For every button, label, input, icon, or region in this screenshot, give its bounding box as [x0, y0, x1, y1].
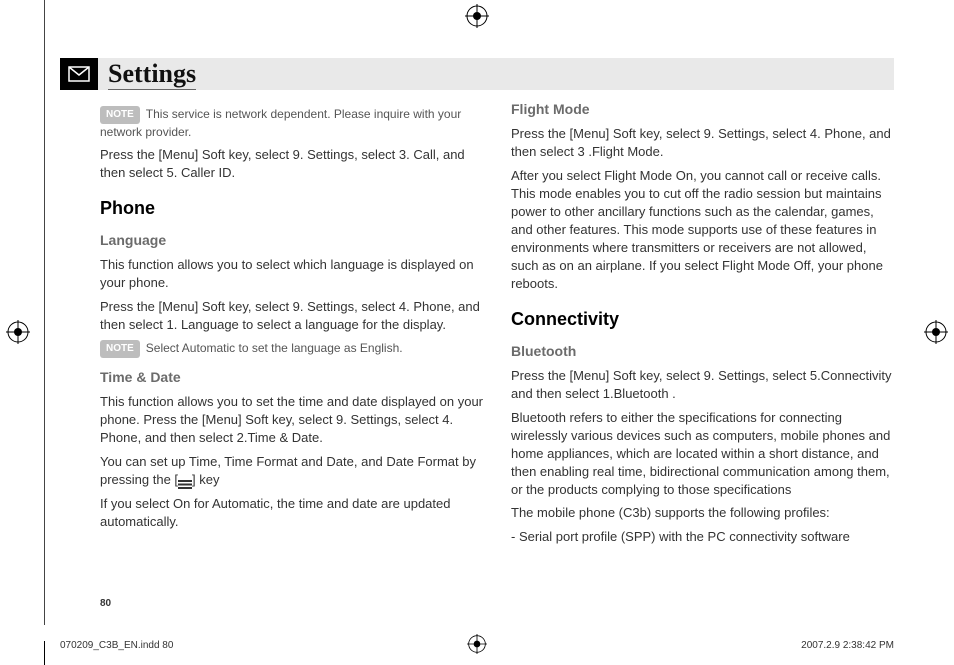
body-text: You can set up Time, Time Format and Dat… — [100, 453, 483, 489]
crop-mark — [44, 641, 45, 665]
registration-mark-icon — [6, 320, 30, 344]
body-text: Press the [Menu] Soft key, select 9. Set… — [511, 125, 894, 161]
manual-page: Settings NOTEThis service is network dep… — [0, 0, 954, 665]
column-right: Flight Mode Press the [Menu] Soft key, s… — [511, 100, 894, 603]
registration-mark-icon — [467, 634, 487, 657]
registration-mark-icon — [465, 4, 489, 28]
note-badge: NOTE — [100, 106, 140, 124]
note-badge: NOTE — [100, 340, 140, 358]
chapter-title: Settings — [108, 59, 196, 90]
body-text: This function allows you to set the time… — [100, 393, 483, 447]
body-text: Press the [Menu] Soft key, select 9. Set… — [100, 146, 483, 182]
heading-connectivity: Connectivity — [511, 307, 894, 332]
column-left: NOTEThis service is network dependent. P… — [100, 100, 483, 603]
note-line: NOTE Select Automatic to set the language… — [100, 340, 483, 358]
menu-key-icon — [178, 476, 192, 486]
body-text: The mobile phone (C3b) supports the foll… — [511, 504, 894, 522]
subheading-time-date: Time & Date — [100, 368, 483, 387]
body-text: After you select Flight Mode On, you can… — [511, 167, 894, 293]
page-number: 80 — [100, 598, 111, 609]
heading-phone: Phone — [100, 196, 483, 221]
content-columns: NOTEThis service is network dependent. P… — [100, 100, 894, 603]
note-text: Select Automatic to set the language as … — [146, 341, 403, 355]
body-text: If you select On for Automatic, the time… — [100, 495, 483, 531]
margin-line — [44, 0, 45, 625]
footer: 070209_C3B_EN.indd 80 2007.2.9 2:38:42 P… — [60, 640, 894, 651]
body-text: Press the [Menu] Soft key, select 9. Set… — [511, 367, 894, 403]
body-text: Bluetooth refers to either the specifica… — [511, 409, 894, 499]
body-text-part: ] key — [192, 472, 219, 487]
body-text: - Serial port profile (SPP) with the PC … — [511, 528, 894, 546]
note-line: NOTEThis service is network dependent. P… — [100, 106, 483, 140]
subheading-bluetooth: Bluetooth — [511, 342, 894, 361]
subheading-language: Language — [100, 231, 483, 250]
body-text: This function allows you to select which… — [100, 256, 483, 292]
body-text-part: You can set up Time, Time Format and Dat… — [100, 454, 476, 487]
footer-file: 070209_C3B_EN.indd 80 — [60, 640, 173, 651]
chapter-title-bar: Settings — [60, 58, 894, 90]
registration-mark-icon — [924, 320, 948, 344]
subheading-flight-mode: Flight Mode — [511, 100, 894, 119]
body-text: Press the [Menu] Soft key, select 9. Set… — [100, 298, 483, 334]
footer-timestamp: 2007.2.9 2:38:42 PM — [801, 640, 894, 651]
envelope-icon — [60, 58, 98, 90]
note-text: This service is network dependent. Pleas… — [100, 107, 461, 139]
